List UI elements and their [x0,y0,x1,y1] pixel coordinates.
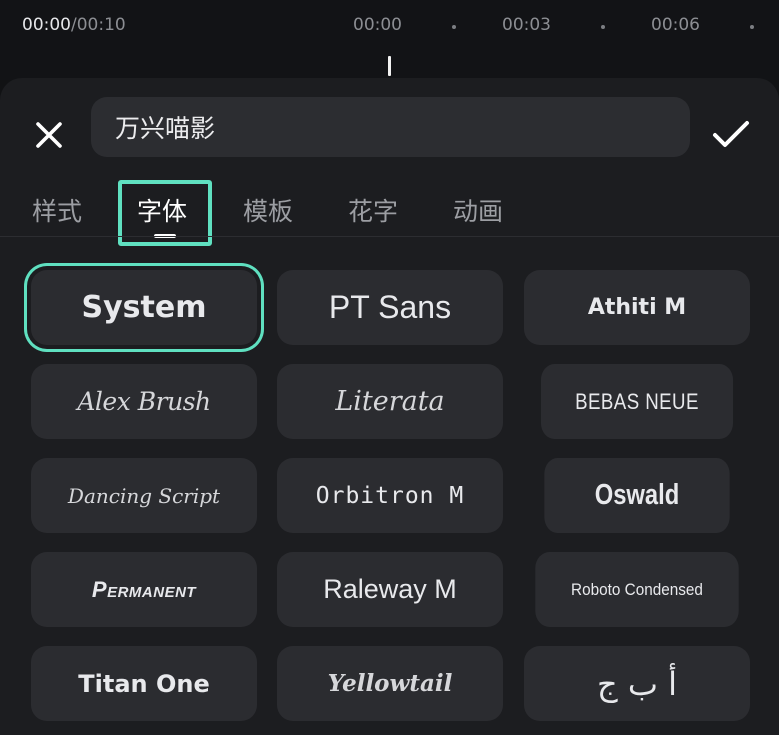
tab-fancy-text[interactable]: 花字 [348,192,398,228]
font-option-dancing-script[interactable]: Dancing Script [31,458,257,533]
playhead[interactable] [388,56,391,76]
ruler-label: 00:06 [651,15,700,35]
ruler-label: 00:03 [502,15,551,35]
tab-template[interactable]: 模板 [243,192,293,228]
font-option-alex-brush[interactable]: Alex Brush [31,364,257,439]
ruler-label: 00:00 [353,15,402,35]
confirm-button[interactable] [708,112,754,158]
current-time: 00:00 [22,15,71,35]
tabs-divider [0,236,779,237]
close-button[interactable] [28,114,70,156]
font-option-titan-one[interactable]: Titan One [31,646,257,721]
font-option-arabic[interactable]: أ ب ج [524,646,750,721]
font-option-bebas-neue[interactable]: BEBAS NEUE [540,364,734,439]
ruler-dot [750,25,754,29]
font-option-oswald[interactable]: Oswald [544,458,730,533]
timeline-bar: 00:00/00:10 00:00 00:03 00:06 [0,0,779,80]
font-option-roboto-condensed[interactable]: Roboto Condensed [535,552,739,627]
total-time: 00:10 [76,15,126,35]
checkmark-icon [713,121,749,147]
font-option-athiti-m[interactable]: Athiti M [524,270,750,345]
ruler-dot [601,25,605,29]
tab-font[interactable]: 字体 [137,192,187,228]
text-input-field[interactable] [91,97,690,157]
font-option-permanent[interactable]: Permanent [31,552,257,627]
font-option-raleway-m[interactable]: Raleway M [277,552,503,627]
font-option-pt-sans[interactable]: PT Sans [277,270,503,345]
font-option-yellowtail[interactable]: Yellowtail [277,646,503,721]
time-readout: 00:00/00:10 [22,15,126,35]
font-option-orbitron-m[interactable]: Orbitron M [277,458,503,533]
tab-style[interactable]: 样式 [32,192,82,228]
ruler-dot [452,25,456,29]
close-icon [36,122,62,148]
font-option-literata[interactable]: Literata [277,364,503,439]
tab-bar: 样式 字体 模板 花字 动画 [0,178,779,246]
font-option-system[interactable]: System [31,270,257,345]
text-editor-panel: 样式 字体 模板 花字 动画 System PT Sans Athiti M A… [0,78,779,735]
tab-animation[interactable]: 动画 [453,192,503,228]
